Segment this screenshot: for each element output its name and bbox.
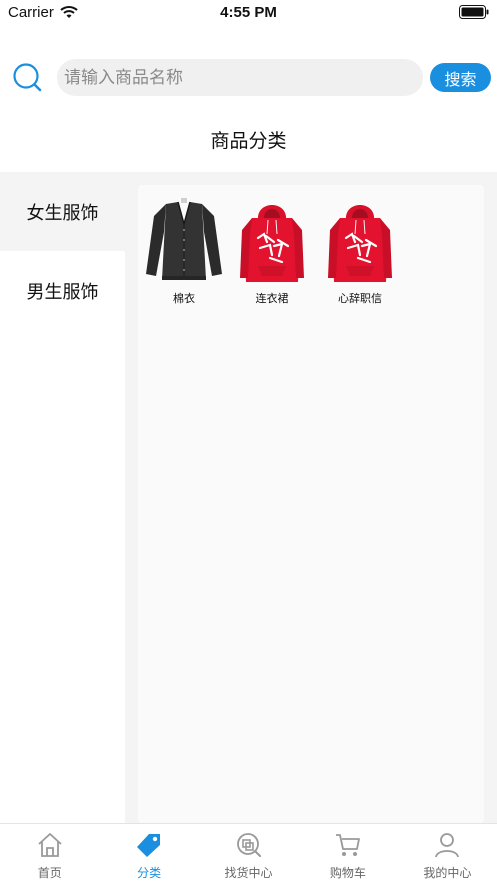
home-icon xyxy=(36,832,64,863)
person-icon xyxy=(433,832,461,863)
page-title: 商品分类 xyxy=(210,131,287,152)
search-button[interactable]: 搜索 xyxy=(430,63,491,92)
tab-label: 找货中心 xyxy=(224,866,273,880)
product-image-red-hoodie xyxy=(229,195,315,285)
tab-find-goods[interactable]: 找货中心 xyxy=(199,824,298,883)
find-goods-icon xyxy=(235,832,263,863)
tab-label: 购物车 xyxy=(329,866,366,880)
search-input[interactable] xyxy=(57,59,423,96)
tab-category[interactable]: 分类 xyxy=(99,824,198,883)
search-bar: 搜索 xyxy=(0,58,497,98)
product-image-red-hoodie xyxy=(317,195,403,285)
tab-cart[interactable]: 购物车 xyxy=(298,824,397,883)
product-panel: 棉衣 连衣裙 心辞职信 xyxy=(138,185,484,823)
sidebar-item-mens-clothing[interactable]: 男生服饰 xyxy=(0,251,125,330)
product-name: 心辞职信 xyxy=(338,293,382,305)
product-image-black-cardigan xyxy=(141,195,227,285)
category-sidebar: 女生服饰 男生服饰 xyxy=(0,172,125,823)
tab-label: 分类 xyxy=(137,866,162,880)
product-card[interactable]: 心辞职信 xyxy=(317,195,403,306)
tab-label: 我的中心 xyxy=(423,866,472,880)
status-bar: Carrier 4:55 PM xyxy=(0,0,497,26)
tab-bar: 首页 分类 找货中心 购物车 我的中心 xyxy=(0,823,497,883)
product-name: 棉衣 xyxy=(173,293,195,305)
tab-label: 首页 xyxy=(37,866,62,880)
tab-home[interactable]: 首页 xyxy=(0,824,99,883)
tab-my-center[interactable]: 我的中心 xyxy=(398,824,497,883)
sidebar-item-label: 女生服饰 xyxy=(26,202,99,223)
cart-icon xyxy=(334,832,362,863)
battery-icon xyxy=(459,5,489,24)
product-grid: 棉衣 连衣裙 心辞职信 xyxy=(138,185,484,306)
product-name: 连衣裙 xyxy=(255,293,289,305)
product-card[interactable]: 棉衣 xyxy=(141,195,227,306)
tag-icon xyxy=(135,832,163,863)
product-card[interactable]: 连衣裙 xyxy=(229,195,315,306)
category-content: 女生服饰 男生服饰 棉衣 连衣裙 心辞职信 xyxy=(0,172,497,823)
status-time: 4:55 PM xyxy=(220,4,277,21)
sidebar-item-womens-clothing[interactable]: 女生服饰 xyxy=(0,172,125,251)
sidebar-item-label: 男生服饰 xyxy=(26,281,99,302)
search-icon[interactable] xyxy=(12,62,44,99)
